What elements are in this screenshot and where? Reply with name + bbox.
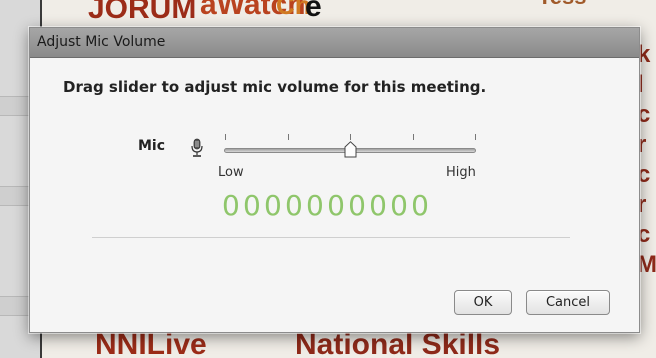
slider-tick: [225, 134, 226, 140]
dialog-titlebar[interactable]: Adjust Mic Volume: [30, 28, 639, 58]
adjust-mic-volume-dialog: Adjust Mic Volume Drag slider to adjust …: [29, 27, 640, 333]
background-word: Tess: [538, 0, 587, 8]
dialog-title: Adjust Mic Volume: [37, 34, 166, 50]
slider-tick: [287, 134, 289, 140]
mic-volume-slider[interactable]: [222, 132, 478, 162]
mic-label: Mic: [138, 138, 166, 154]
slider-tick: [475, 134, 476, 140]
background-word: NNILive: [95, 328, 207, 358]
microphone-icon: [190, 138, 204, 158]
cancel-button[interactable]: Cancel: [526, 290, 610, 315]
instruction-text: Drag slider to adjust mic volume for thi…: [63, 78, 487, 96]
slider-tick: [350, 134, 351, 140]
slider-low-label: Low: [218, 165, 244, 180]
slider-thumb[interactable]: [344, 141, 357, 158]
dialog-divider: [92, 237, 570, 238]
background-word: National Skills: [295, 328, 501, 358]
slider-tick: [412, 134, 414, 140]
ok-button[interactable]: OK: [454, 290, 512, 315]
slider-high-label: High: [446, 165, 476, 180]
background-word: JORUM: [88, 0, 197, 25]
background-word: e: [305, 0, 322, 23]
mic-level-meter: 0000000000: [222, 189, 433, 222]
